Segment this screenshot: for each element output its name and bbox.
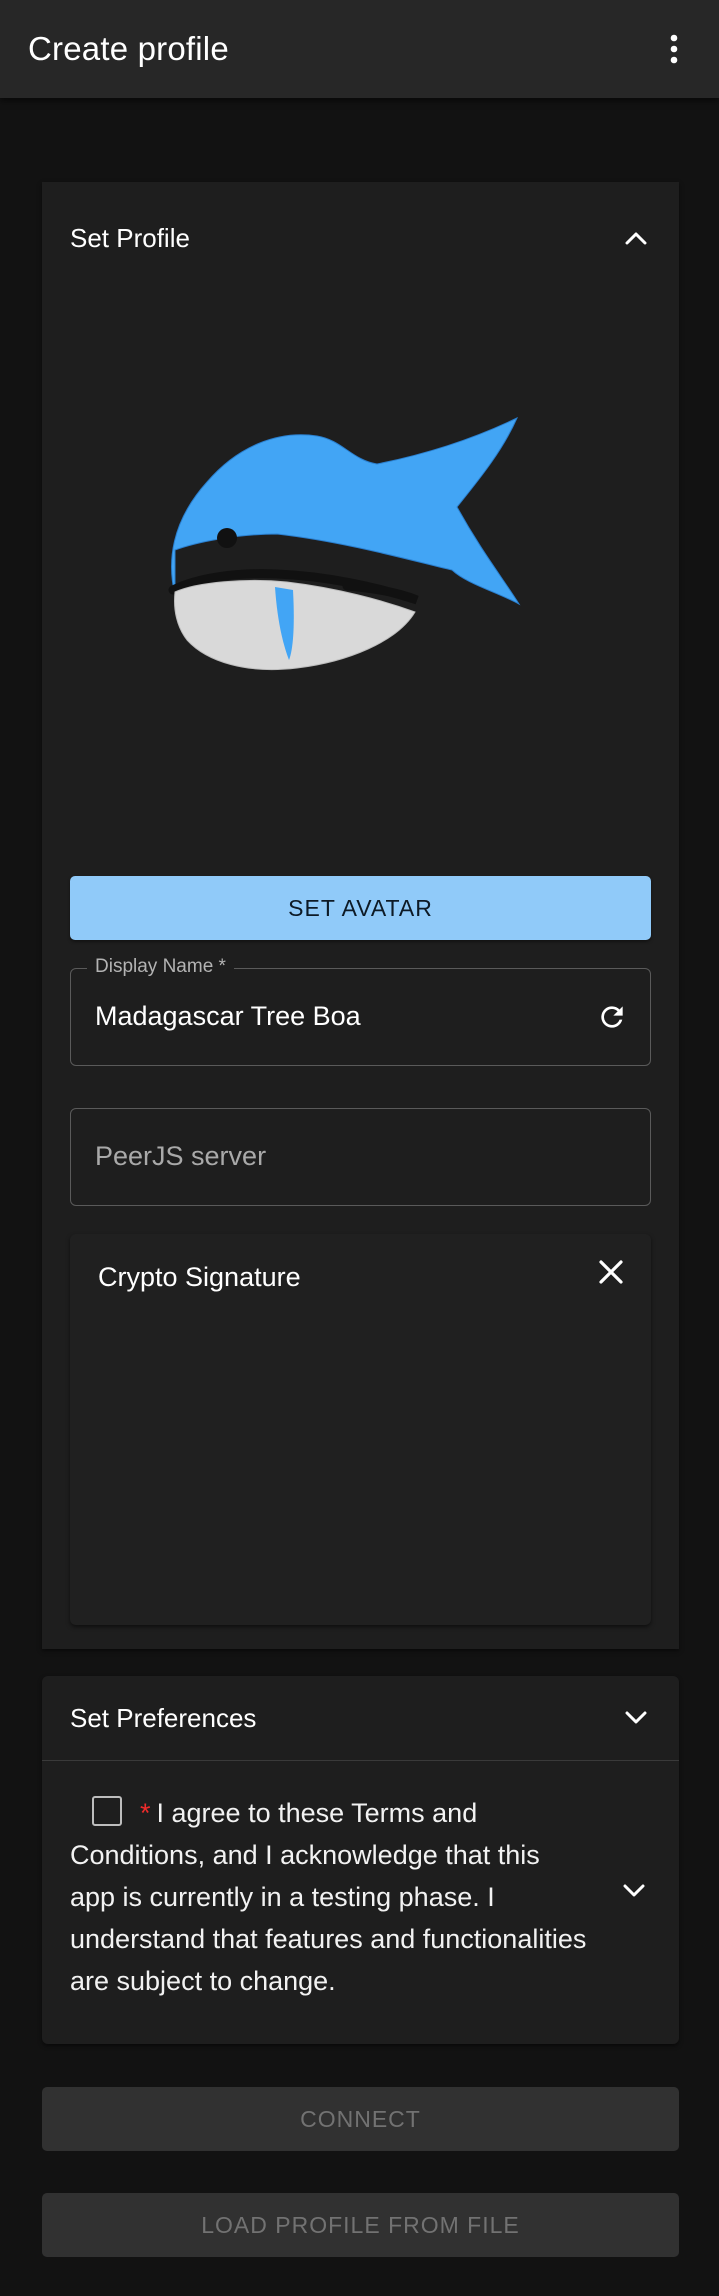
chevron-down-icon[interactable] [621, 1703, 651, 1733]
display-name-input[interactable]: Madagascar Tree Boa [95, 1001, 361, 1032]
peerjs-server-field[interactable]: PeerJS server [70, 1108, 651, 1206]
peerjs-server-input[interactable]: PeerJS server [95, 1141, 266, 1172]
display-name-label: Display Name * [87, 956, 234, 978]
display-name-field[interactable]: Display Name * Madagascar Tree Boa [70, 956, 651, 1066]
terms-text: * I agree to these Terms and Conditions, … [70, 1792, 590, 2002]
whale-avatar [167, 412, 587, 712]
page-title: Create profile [28, 30, 229, 67]
terms-checkbox[interactable] [92, 1796, 122, 1826]
set-avatar-button[interactable]: SET AVATAR [70, 876, 651, 940]
set-profile-title: Set Profile [70, 222, 190, 253]
crypto-signature-title: Crypto Signature [98, 1262, 301, 1292]
crypto-signature-panel: Crypto Signature [70, 1234, 651, 1625]
app-bar: Create profile [0, 0, 719, 98]
load-profile-button[interactable]: LOAD PROFILE FROM FILE [42, 2193, 679, 2257]
terms-row: * I agree to these Terms and Conditions, … [70, 1792, 590, 2002]
set-preferences-card: Set Preferences * I agree to these Terms … [42, 1676, 679, 2044]
set-preferences-header[interactable]: Set Preferences [42, 1676, 679, 1760]
divider [42, 1760, 679, 1761]
more-vert-icon[interactable] [651, 26, 697, 72]
terms-expand-chevron-down-icon[interactable] [619, 1876, 649, 1906]
set-profile-card: Set Profile SET AVATAR Display Name * Ma… [42, 182, 679, 1649]
set-profile-header[interactable]: Set Profile [42, 182, 679, 294]
close-icon[interactable] [591, 1252, 631, 1292]
set-preferences-title: Set Preferences [70, 1702, 257, 1733]
chevron-up-icon[interactable] [621, 223, 651, 253]
refresh-icon[interactable] [594, 999, 630, 1035]
required-mark: * [140, 1798, 151, 1828]
connect-button[interactable]: CONNECT [42, 2087, 679, 2151]
